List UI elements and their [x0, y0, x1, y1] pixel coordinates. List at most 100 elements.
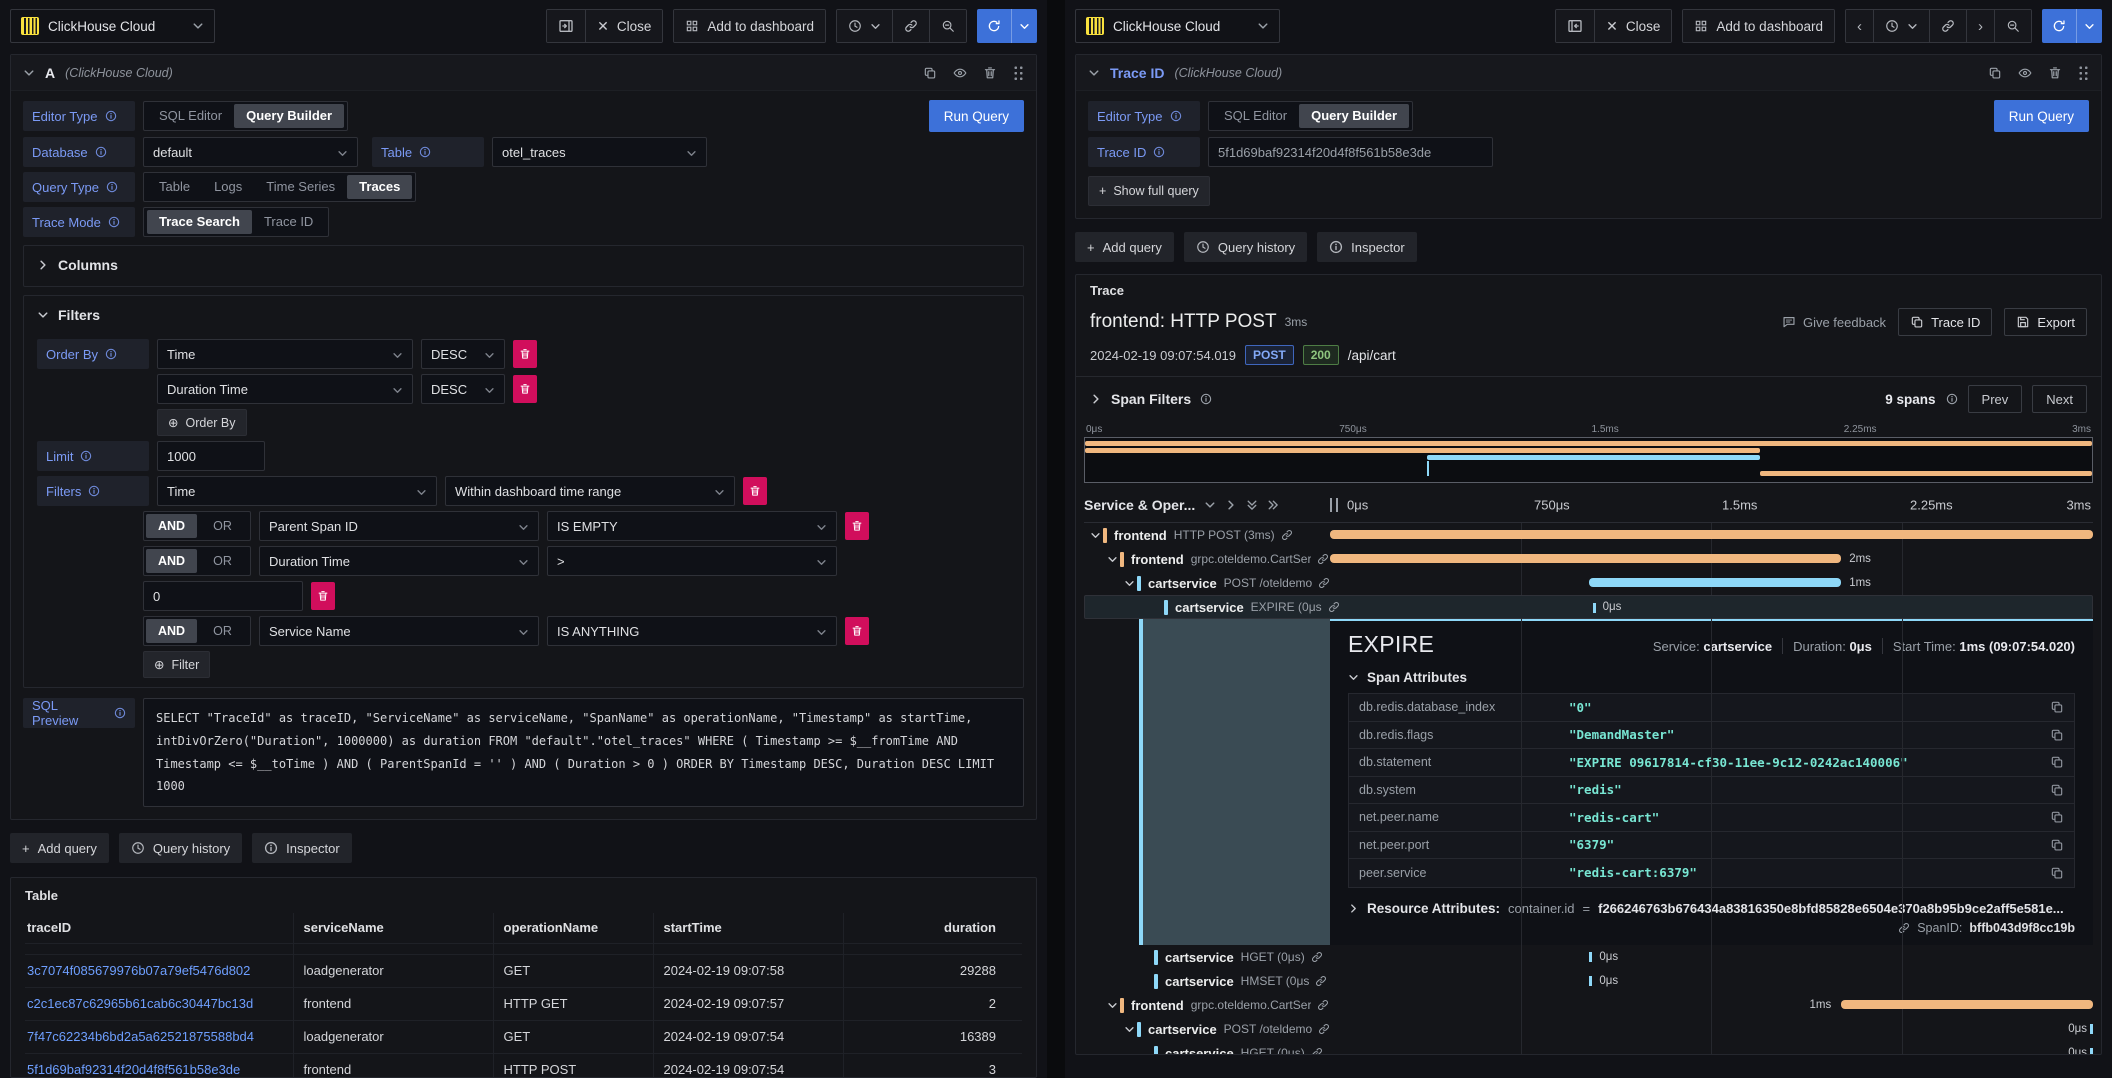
chevron-down-icon[interactable]: [1204, 499, 1216, 511]
query-row-header[interactable]: Trace ID (ClickHouse Cloud): [1076, 55, 2101, 91]
info-icon[interactable]: [88, 485, 100, 497]
span-link-icon[interactable]: [1328, 601, 1340, 613]
trace-id-link[interactable]: c2c1ec87c62965b61cab6c30447bc13d: [25, 987, 293, 1020]
span-row[interactable]: frontend HTTP POST (3ms): [1084, 523, 2093, 547]
close-split-button[interactable]: ✕Close: [1594, 10, 1671, 42]
query-type-table[interactable]: Table: [147, 175, 202, 199]
filter-field-select[interactable]: Duration Time: [259, 546, 539, 576]
remove-filter-button[interactable]: [845, 617, 869, 645]
remove-filter-button[interactable]: [743, 477, 767, 505]
inspector-button[interactable]: Inspector: [1317, 232, 1416, 262]
shift-time-back-button[interactable]: ‹: [1846, 10, 1873, 42]
trace-id-link[interactable]: 7f47c62234b6bd2a5a62521875588bd4: [25, 1020, 293, 1053]
info-icon[interactable]: [1200, 393, 1212, 405]
span-link-icon[interactable]: [1311, 1047, 1323, 1054]
filter-operator-select[interactable]: >: [547, 546, 837, 576]
run-refresh-button[interactable]: [2042, 9, 2102, 43]
info-icon[interactable]: [114, 707, 126, 719]
duplicate-query-icon[interactable]: [1988, 66, 2002, 80]
span-gantt-bar[interactable]: [1841, 1000, 2093, 1009]
span-row[interactable]: frontend grpc.oteldemo.CartSer 1ms: [1084, 993, 2093, 1017]
or-option[interactable]: OR: [197, 549, 248, 573]
span-row[interactable]: cartservice HMSET (0μs 0μs: [1084, 969, 2093, 993]
export-button[interactable]: Export: [2004, 308, 2087, 336]
info-icon[interactable]: [419, 146, 431, 158]
trace-id-link[interactable]: 5f1d69baf92314f20d4f8f561b58e3de: [25, 1053, 293, 1078]
add-order-by-button[interactable]: ⊕Order By: [157, 409, 247, 436]
filter-field-select[interactable]: Time: [157, 476, 437, 506]
column-header-traceid[interactable]: traceID: [25, 913, 293, 943]
span-gantt-bar[interactable]: [1330, 554, 1841, 563]
show-full-query-button[interactable]: +Show full query: [1088, 176, 1210, 206]
run-query-button[interactable]: Run Query: [1994, 100, 2089, 132]
span-link-icon[interactable]: [1317, 553, 1329, 565]
columns-section-toggle[interactable]: Columns: [37, 253, 1010, 277]
copy-trace-id-button[interactable]: Trace ID: [1898, 308, 1992, 336]
info-icon[interactable]: [1170, 110, 1182, 122]
query-history-button[interactable]: Query history: [1184, 232, 1307, 262]
query-type-logs[interactable]: Logs: [202, 175, 254, 199]
span-link-icon[interactable]: [1317, 999, 1329, 1011]
duplicate-query-icon[interactable]: [923, 66, 937, 80]
minimap-viewport[interactable]: [1084, 437, 2093, 483]
toggle-visibility-icon[interactable]: [953, 66, 967, 80]
chevron-down-icon[interactable]: [1107, 554, 1118, 565]
time-picker-button[interactable]: [1873, 10, 1929, 42]
delete-query-icon[interactable]: [2048, 66, 2062, 80]
next-span-button[interactable]: Next: [2032, 385, 2087, 413]
order-by-direction-select[interactable]: DESC: [421, 339, 505, 369]
filter-field-select[interactable]: Parent Span ID: [259, 511, 539, 541]
info-icon[interactable]: [105, 348, 117, 360]
collapse-chevron-icon[interactable]: [23, 67, 35, 79]
database-select[interactable]: default: [143, 137, 358, 167]
chevron-down-icon[interactable]: [1124, 1024, 1135, 1035]
trace-mode-search[interactable]: Trace Search: [147, 210, 252, 234]
order-by-direction-select[interactable]: DESC: [421, 374, 505, 404]
chevron-right-icon[interactable]: [1090, 393, 1102, 405]
inspector-button[interactable]: Inspector: [252, 833, 351, 863]
double-chevron-right-icon[interactable]: [1267, 499, 1279, 511]
span-gantt-tick[interactable]: [1593, 603, 1596, 613]
span-row-selected[interactable]: cartservice EXPIRE (0μs 0μs: [1084, 595, 2093, 619]
span-row[interactable]: cartservice HGET (0μs) 0μs: [1084, 945, 2093, 969]
filter-operator-select[interactable]: Within dashboard time range: [445, 476, 735, 506]
collapse-chevron-icon[interactable]: [1088, 67, 1100, 79]
column-header-operationname[interactable]: operationName: [493, 913, 653, 943]
trace-id-link[interactable]: 3c7074f085679976b07a79ef5476d802: [25, 954, 293, 987]
filter-value-input[interactable]: 0: [143, 581, 303, 611]
toggle-visibility-icon[interactable]: [2018, 66, 2032, 80]
query-builder-tab[interactable]: Query Builder: [234, 104, 344, 128]
span-link-icon[interactable]: [1281, 529, 1293, 541]
datasource-picker[interactable]: ClickHouse Cloud: [10, 9, 215, 43]
drag-handle-icon[interactable]: [2078, 65, 2089, 81]
span-link-icon[interactable]: [1315, 975, 1327, 987]
limit-input[interactable]: 1000: [157, 441, 265, 471]
span-gantt-tick[interactable]: [1589, 952, 1592, 962]
add-query-button[interactable]: +Add query: [10, 833, 109, 863]
move-pane-left-button[interactable]: [1556, 10, 1594, 42]
sql-editor-tab[interactable]: SQL Editor: [1212, 104, 1299, 128]
info-icon[interactable]: [1946, 393, 1958, 405]
span-gantt-bar[interactable]: [1330, 530, 2093, 539]
info-icon[interactable]: [95, 146, 107, 158]
span-gantt-tick[interactable]: [2090, 1048, 2093, 1054]
query-row-header[interactable]: A (ClickHouse Cloud): [11, 55, 1036, 91]
filter-operator-select[interactable]: IS EMPTY: [547, 511, 837, 541]
query-type-timeseries[interactable]: Time Series: [254, 175, 347, 199]
table-select[interactable]: otel_traces: [492, 137, 707, 167]
chevron-down-icon[interactable]: [1124, 578, 1135, 589]
span-link-icon[interactable]: [1311, 951, 1323, 963]
and-option[interactable]: AND: [146, 514, 197, 538]
remove-order-by-button[interactable]: [513, 340, 537, 368]
and-option[interactable]: AND: [146, 549, 197, 573]
refresh-interval-dropdown[interactable]: [2076, 9, 2102, 43]
run-refresh-button[interactable]: [977, 9, 1037, 43]
datasource-picker[interactable]: ClickHouse Cloud: [1075, 9, 1280, 43]
time-picker-button[interactable]: [837, 10, 892, 42]
query-history-button[interactable]: Query history: [119, 833, 242, 863]
run-query-button[interactable]: Run Query: [929, 100, 1024, 132]
or-option[interactable]: OR: [197, 619, 248, 643]
trace-id-input[interactable]: 5f1d69baf92314f20d4f8f561b58e3de: [1208, 137, 1493, 167]
info-icon[interactable]: [80, 450, 92, 462]
share-link-button[interactable]: [1929, 10, 1966, 42]
